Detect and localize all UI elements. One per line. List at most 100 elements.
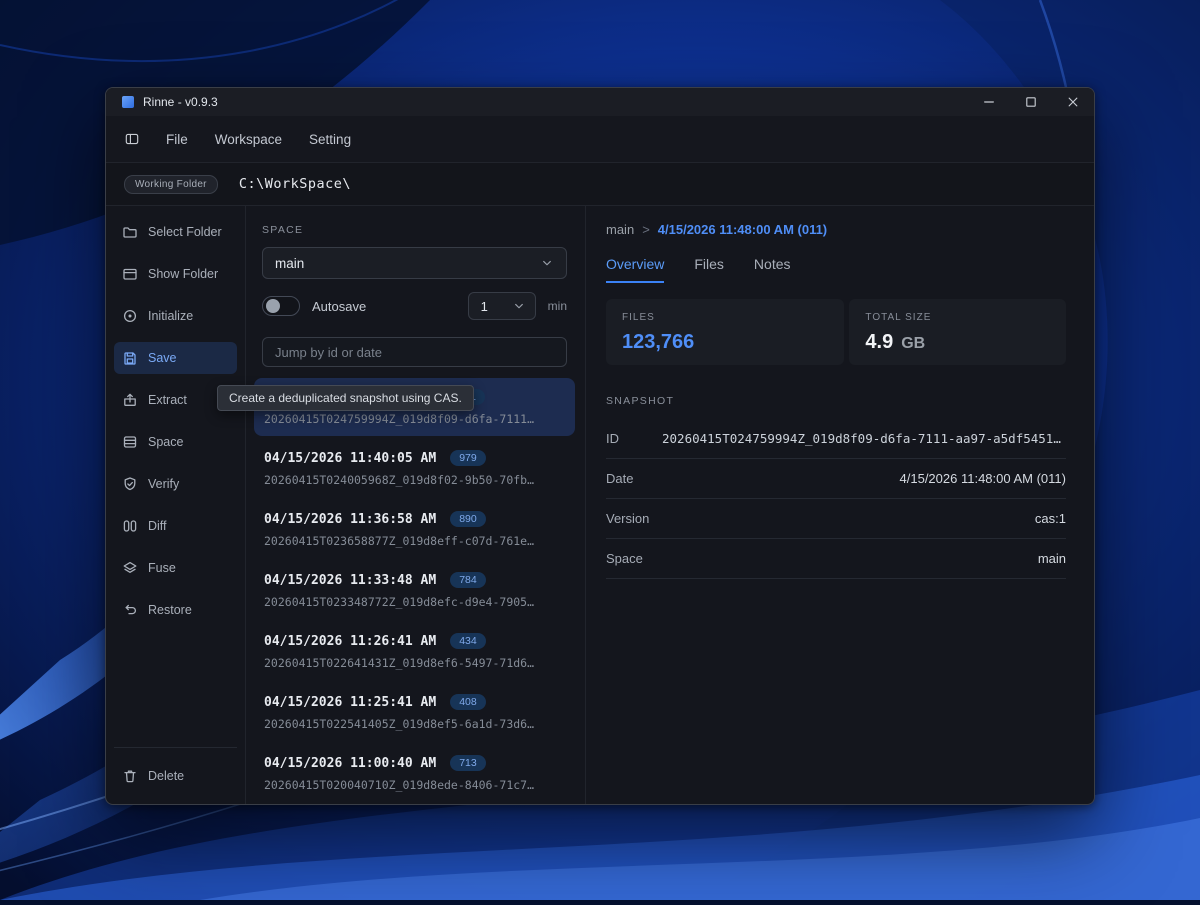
autosave-toggle[interactable] (262, 296, 300, 316)
search-input[interactable] (262, 337, 567, 367)
breadcrumb-current: 4/15/2026 11:48:00 AM (011) (658, 222, 827, 237)
stat-size-label: TOTAL SIZE (865, 312, 1050, 323)
detail-row-key: ID (606, 431, 662, 446)
snapshot-id: 20260415T024759994Z_019d8f09-d6fa-7111… (264, 412, 565, 426)
snapshot-id: 20260415T020040710Z_019d8ede-8406-71c7… (264, 778, 565, 792)
snapshot-badge: 408 (450, 694, 486, 711)
sidebar-item-restore[interactable]: Restore (114, 594, 237, 626)
stat-size-value: 4.9 (865, 331, 893, 354)
snapshot-badge: 713 (450, 755, 486, 772)
sidebar-item-verify[interactable]: Verify (114, 468, 237, 500)
app-icon (122, 96, 134, 108)
snapshot-list-item[interactable]: 04/15/2026 11:33:48 AM 784 20260415T0233… (254, 561, 575, 619)
save-icon (122, 350, 138, 366)
sidebar-item-show-folder[interactable]: Show Folder (114, 258, 237, 290)
detail-row-version: Version cas:1 (606, 499, 1066, 539)
sidebar-item-delete[interactable]: Delete (114, 760, 237, 792)
autosave-interval-value: 1 (481, 299, 488, 314)
window-title: Rinne - v0.9.3 (143, 95, 218, 109)
snapshot-panel: SPACE main Autosave 1 min 04/15 (246, 206, 586, 805)
snapshot-id: 20260415T023658877Z_019d8eff-c07d-761e… (264, 534, 565, 548)
snapshot-list-item[interactable]: 04/15/2026 11:25:41 AM 408 20260415T0225… (254, 683, 575, 741)
tab-overview[interactable]: Overview (606, 256, 664, 283)
maximize-button[interactable] (1010, 88, 1052, 116)
minimize-button[interactable] (968, 88, 1010, 116)
tab-files[interactable]: Files (694, 256, 724, 283)
detail-row-value: cas:1 (1035, 511, 1066, 526)
minimize-icon (982, 95, 996, 109)
snapshot-badge: 434 (450, 633, 486, 650)
detail-row-space: Space main (606, 539, 1066, 579)
snapshot-list-item[interactable]: 04/15/2026 11:40:05 AM 979 20260415T0240… (254, 439, 575, 497)
target-icon (122, 308, 138, 324)
detail-row-value: main (1038, 551, 1066, 566)
snapshot-list-item[interactable]: 04/15/2026 11:36:58 AM 890 20260415T0236… (254, 500, 575, 558)
extract-icon (122, 392, 138, 408)
stat-files-label: FILES (622, 312, 828, 323)
window-controls (968, 88, 1094, 116)
sidebar-bottom: Delete (114, 747, 237, 792)
trash-icon (122, 768, 138, 784)
snapshot-date: 04/15/2026 11:36:58 AM (264, 512, 436, 527)
detail-row-key: Space (606, 551, 662, 566)
snapshot-date: 04/15/2026 11:40:05 AM (264, 451, 436, 466)
detail-row-value: 4/15/2026 11:48:00 AM (011) (900, 471, 1066, 486)
snapshot-id: 20260415T023348772Z_019d8efc-d9e4-7905… (264, 595, 565, 609)
breadcrumb: main > 4/15/2026 11:48:00 AM (011) (606, 222, 1066, 237)
close-button[interactable] (1052, 88, 1094, 116)
sidebar-item-initialize[interactable]: Initialize (114, 300, 237, 332)
sidebar-item-fuse[interactable]: Fuse (114, 552, 237, 584)
working-folder-path: C:\WorkSpace\ (239, 176, 351, 192)
detail-tabs: Overview Files Notes (606, 256, 1066, 283)
menu-setting[interactable]: Setting (309, 132, 351, 147)
detail-row-date: Date 4/15/2026 11:48:00 AM (011) (606, 459, 1066, 499)
snapshot-section-label: SNAPSHOT (606, 395, 1066, 407)
snapshot-list-item[interactable]: 04/15/2026 11:00:40 AM 713 20260415T0200… (254, 744, 575, 802)
detail-row-value: 20260415T024759994Z_019d8f09-d6fa-7111-a… (662, 431, 1066, 446)
diff-icon (122, 518, 138, 534)
space-select[interactable]: main (262, 247, 567, 279)
sidebar-toggle-icon[interactable] (125, 132, 139, 146)
stat-size-unit: GB (901, 335, 925, 353)
app-window: Rinne - v0.9.3 File Workspace Setting Wo… (105, 87, 1095, 805)
undo-icon (122, 602, 138, 618)
menu-workspace[interactable]: Workspace (215, 132, 282, 147)
autosave-interval-select[interactable]: 1 (468, 292, 536, 320)
sidebar-nav: Select Folder Show Folder Initialize Sav… (114, 216, 237, 636)
sidebar-item-space[interactable]: Space (114, 426, 237, 458)
close-icon (1066, 95, 1080, 109)
snapshot-id: 20260415T022541405Z_019d8ef5-6a1d-73d6… (264, 717, 565, 731)
autosave-label: Autosave (312, 299, 366, 314)
folder-icon (122, 224, 138, 240)
snapshot-date: 04/15/2026 11:25:41 AM (264, 695, 436, 710)
space-select-value: main (275, 256, 304, 271)
snapshot-list-item[interactable]: 04/15/2026 11:26:41 AM 434 20260415T0226… (254, 622, 575, 680)
sidebar-item-diff[interactable]: Diff (114, 510, 237, 542)
sidebar-item-save[interactable]: Save (114, 342, 237, 374)
sidebar: Select Folder Show Folder Initialize Sav… (106, 206, 246, 805)
layers-icon (122, 560, 138, 576)
tab-notes[interactable]: Notes (754, 256, 791, 283)
toggle-knob (266, 299, 280, 313)
detail-row-id: ID 20260415T024759994Z_019d8f09-d6fa-711… (606, 419, 1066, 459)
autosave-row: Autosave 1 min (262, 292, 567, 320)
snapshot-date: 04/15/2026 11:33:48 AM (264, 573, 436, 588)
space-section-label: SPACE (262, 224, 303, 236)
detail-row-key: Date (606, 471, 662, 486)
titlebar: Rinne - v0.9.3 (106, 88, 1094, 116)
breadcrumb-space[interactable]: main (606, 222, 634, 237)
stat-files-value: 123,766 (622, 331, 694, 354)
autosave-unit-label: min (548, 299, 567, 313)
snapshot-date: 04/15/2026 11:26:41 AM (264, 634, 436, 649)
breadcrumb-separator: > (642, 222, 650, 237)
snapshot-badge: 979 (450, 450, 486, 467)
shield-check-icon (122, 476, 138, 492)
menu-file[interactable]: File (166, 132, 188, 147)
stat-card-total-size: TOTAL SIZE 4.9 GB (849, 299, 1066, 365)
tooltip: Create a deduplicated snapshot using CAS… (217, 385, 474, 411)
snapshot-date: 04/15/2026 11:00:40 AM (264, 756, 436, 771)
stat-card-files: FILES 123,766 (606, 299, 844, 365)
working-folder-badge: Working Folder (124, 175, 218, 194)
sidebar-item-select-folder[interactable]: Select Folder (114, 216, 237, 248)
detail-row-key: Version (606, 511, 662, 526)
